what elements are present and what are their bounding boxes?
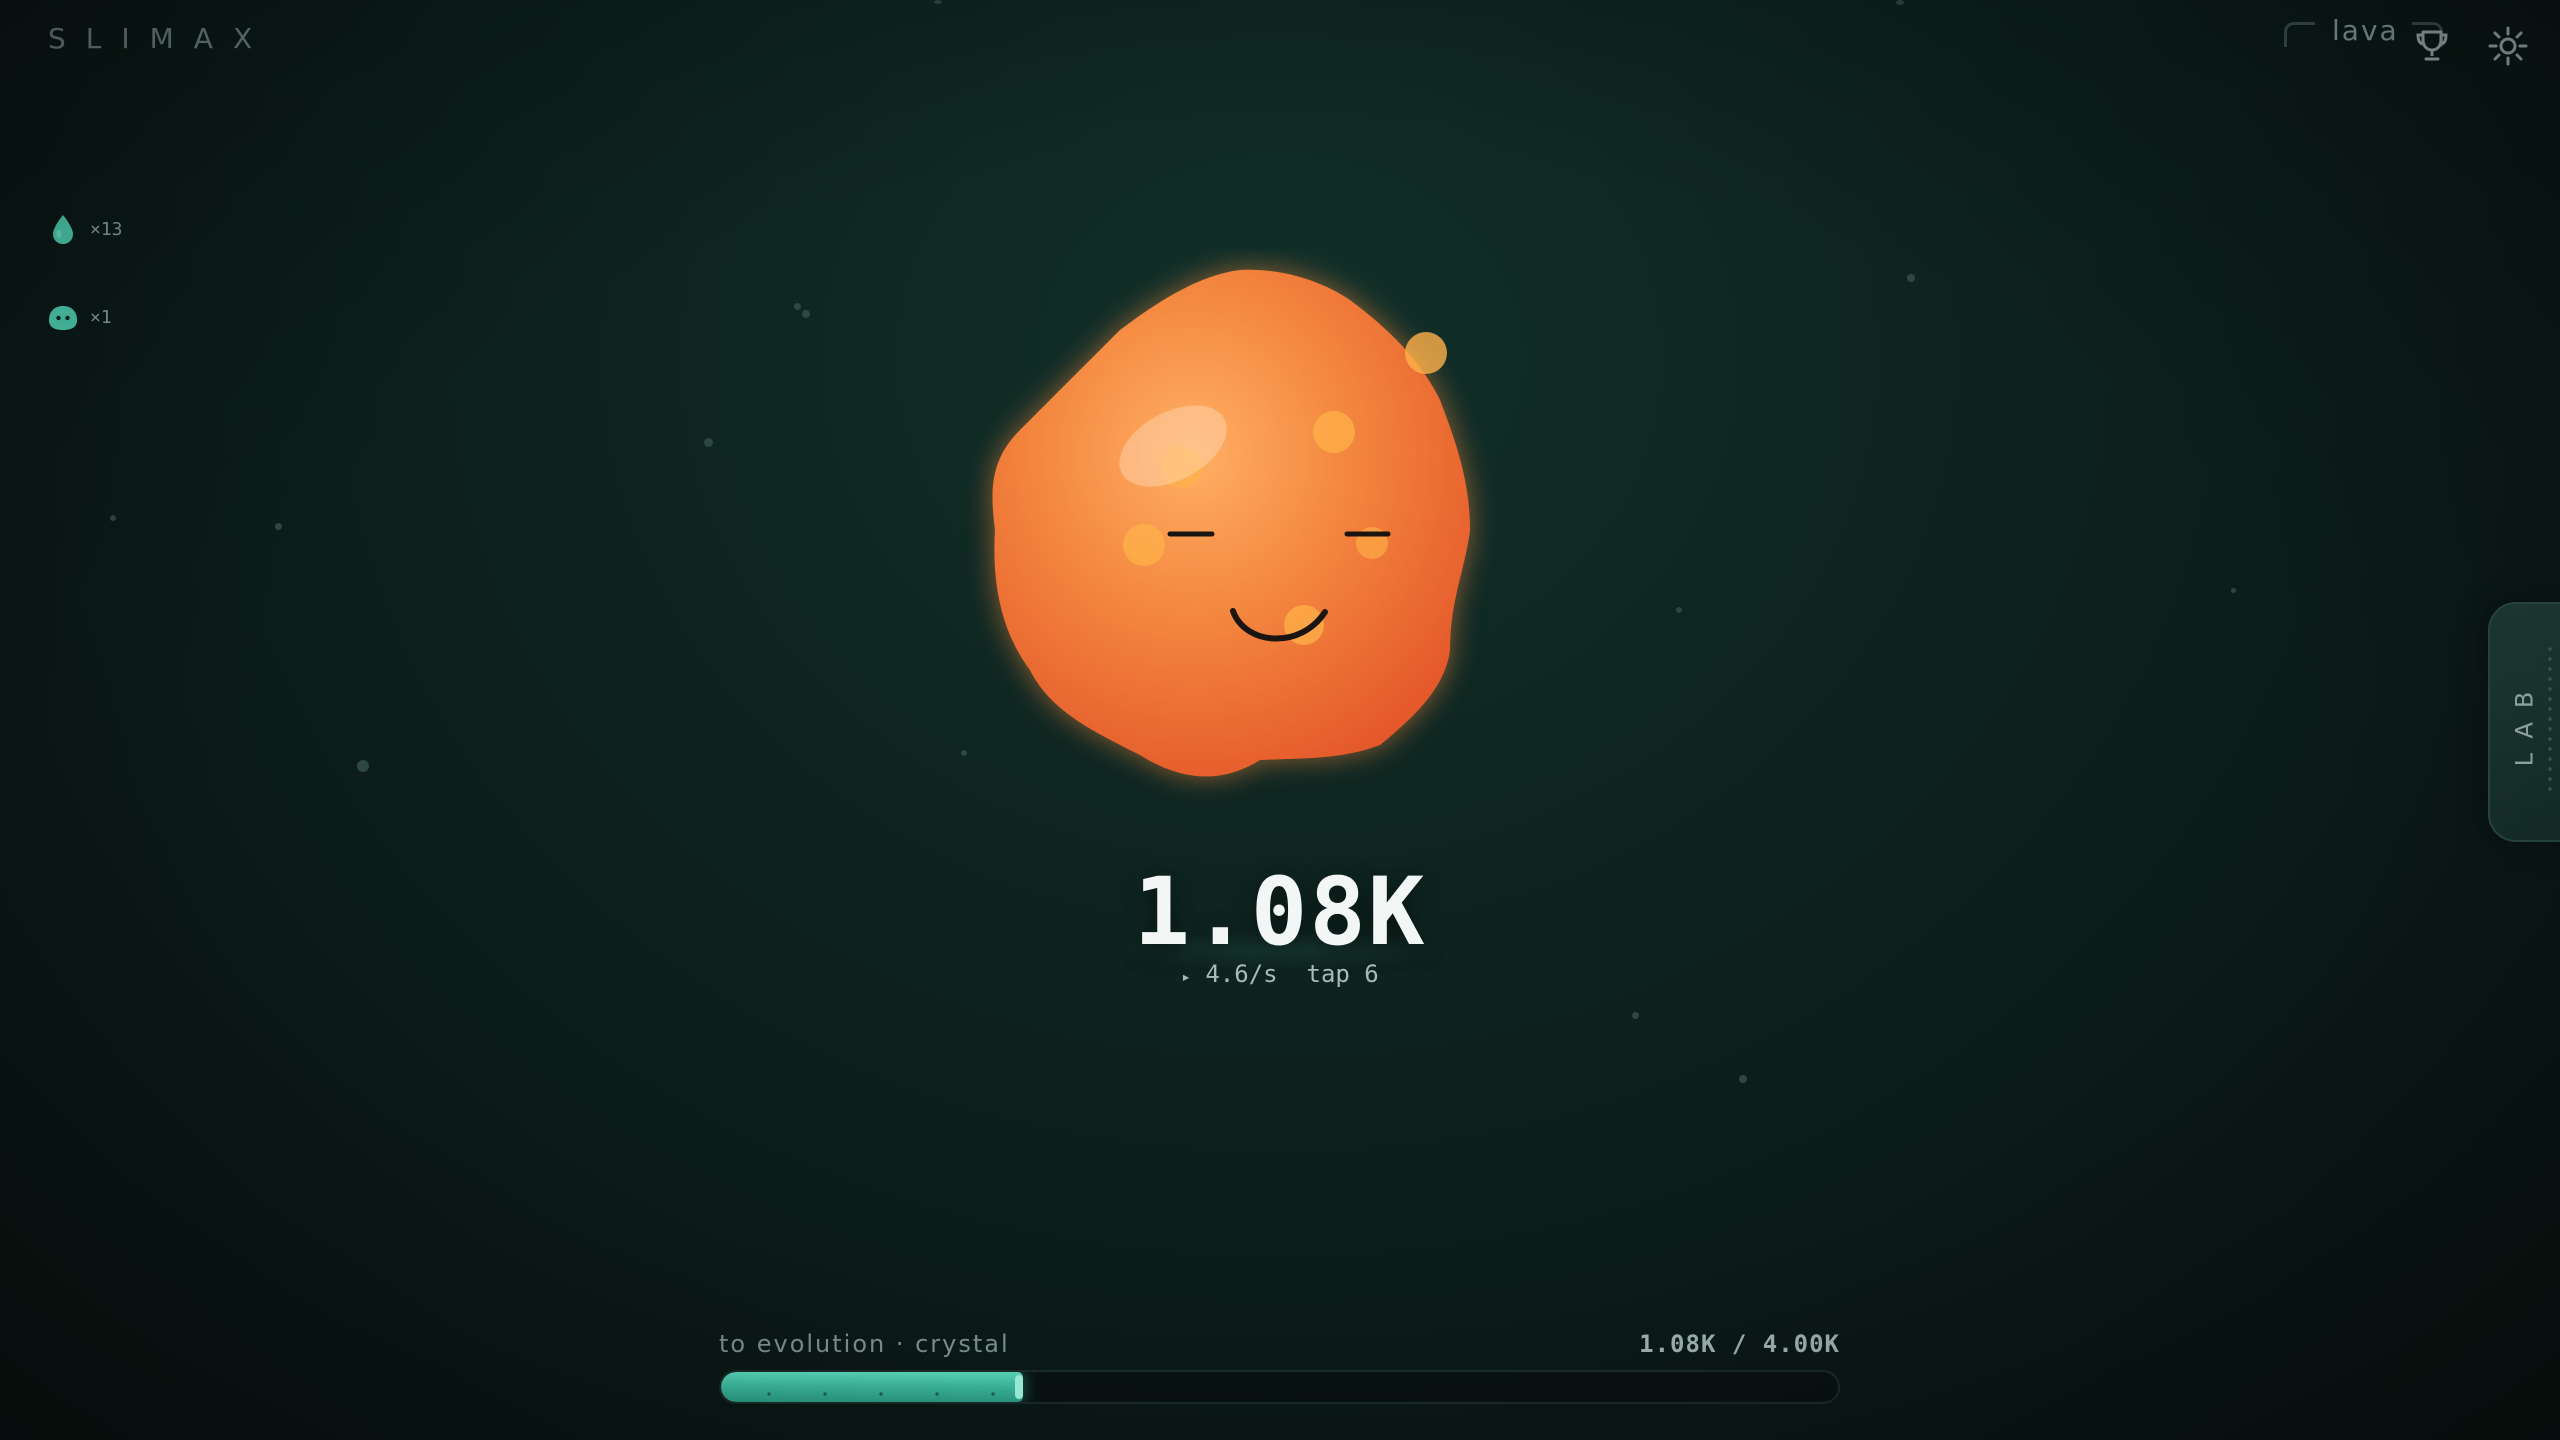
- bracket-left-decoration: [2284, 22, 2315, 47]
- ambient-particle: [275, 523, 282, 530]
- ambient-particle: [1739, 1075, 1747, 1083]
- score-value: 1.08K: [1133, 858, 1427, 967]
- ambient-particle: [1632, 1012, 1639, 1019]
- lab-grip-dots: [2548, 644, 2552, 794]
- game-logo: SLIMAX: [48, 22, 273, 55]
- tap-power: tap 6: [1306, 960, 1379, 988]
- slime-spot: [1405, 332, 1447, 374]
- ambient-particle: [802, 310, 810, 318]
- ambient-particle: [794, 303, 801, 310]
- ambient-particle: [704, 438, 713, 447]
- slime-spot: [1123, 524, 1165, 566]
- lava-slime-graphic: [992, 269, 1470, 777]
- lab-drawer-tab[interactable]: LAB: [2488, 602, 2560, 842]
- trophy-icon: [2416, 30, 2448, 61]
- lab-label: LAB: [2510, 677, 2538, 767]
- evolution-progress-text: 1.08K / 4.00K: [1639, 1330, 1840, 1358]
- score-rate-line: ▸ 4.6/s tap 6: [0, 960, 2560, 988]
- resource-droplets: ×13: [46, 212, 123, 246]
- evolution-progress-fill: [721, 1372, 1023, 1402]
- game-stage: SLIMAX lava ×13 ×1 1.08K ▸ 4.6/s tap 6 L…: [0, 0, 2560, 1440]
- lava-slime[interactable]: [940, 250, 1580, 890]
- evolution-progress-cap: [1015, 1375, 1023, 1399]
- ambient-particle: [934, 0, 942, 4]
- play-arrow-icon: ▸: [1181, 967, 1191, 986]
- ambient-particle: [1907, 274, 1915, 282]
- evolution-progress-bar: [719, 1370, 1840, 1404]
- ambient-particle: [1896, 0, 1904, 5]
- trophy-button[interactable]: [2408, 22, 2456, 70]
- slime-spot: [1313, 411, 1355, 453]
- lab-label-wrap: LAB: [2504, 604, 2544, 840]
- current-form-label: lava: [2332, 14, 2399, 47]
- droplet-count: ×13: [90, 218, 123, 240]
- production-rate: 4.6/s: [1205, 960, 1278, 988]
- sun-gear-icon: [2488, 26, 2528, 66]
- slime-body: [992, 269, 1470, 777]
- slime-icon: [49, 306, 77, 330]
- slime-count: ×1: [90, 306, 112, 328]
- ambient-particle: [2231, 588, 2236, 593]
- settings-button[interactable]: [2484, 22, 2532, 70]
- ambient-particle: [1676, 607, 1682, 613]
- droplet-icon: [53, 215, 73, 244]
- evolution-label: to evolution · crystal: [719, 1330, 1010, 1358]
- resource-slimes: ×1: [46, 302, 112, 332]
- ambient-particle: [110, 515, 116, 521]
- progress-fill-dots: [741, 1392, 1003, 1396]
- ambient-particle: [357, 760, 369, 772]
